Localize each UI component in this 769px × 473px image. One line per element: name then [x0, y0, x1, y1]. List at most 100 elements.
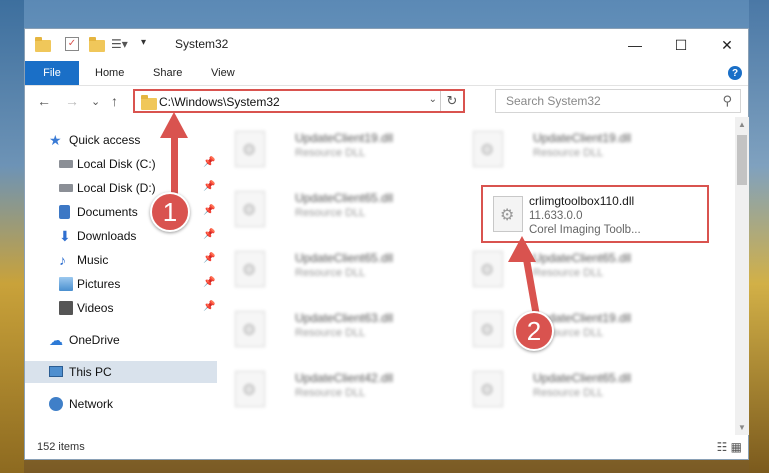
file-description: Resource DLL	[295, 147, 366, 159]
file-name: UpdateClient65.dll	[295, 191, 394, 205]
pin-icon: 📌	[203, 253, 216, 264]
file-item[interactable]: UpdateClient65.dll Resource DLL	[463, 365, 693, 415]
file-item[interactable]: UpdateClient19.dll Resource DLL	[463, 125, 693, 175]
sidebar-item-label: Music	[77, 253, 109, 267]
sidebar-item-local-disk-d[interactable]: Local Disk (D:) 📌	[25, 177, 217, 199]
properties-icon[interactable]: ✓	[65, 37, 79, 51]
recent-locations-button[interactable]: ⌄	[91, 95, 100, 108]
network-icon	[49, 397, 63, 411]
sidebar-item-label: Quick access	[69, 133, 141, 147]
dll-file-icon	[473, 131, 503, 167]
up-button[interactable]: ↑	[111, 93, 118, 109]
sidebar-item-this-pc[interactable]: This PC	[25, 361, 217, 383]
dll-file-icon	[473, 371, 503, 407]
file-name: UpdateClient65.dll	[533, 251, 632, 265]
sidebar-item-label: OneDrive	[69, 333, 120, 347]
pc-icon	[49, 366, 63, 377]
disk-icon	[59, 160, 73, 168]
dll-file-icon	[473, 311, 503, 347]
status-bar: 152 items ☷ ▦	[25, 437, 748, 459]
minimize-button[interactable]: —	[612, 29, 658, 61]
sidebar-item-music[interactable]: ♪ Music 📌	[25, 249, 217, 271]
sidebar-item-quick-access[interactable]: ★ Quick access	[25, 129, 217, 151]
tab-view[interactable]: View	[211, 61, 235, 85]
annotation-arrow-2-head	[508, 236, 536, 262]
back-button[interactable]: ←	[37, 93, 51, 109]
vertical-scrollbar[interactable]: ▲ ▼	[735, 117, 749, 435]
dll-file-icon	[493, 196, 523, 232]
search-placeholder: Search System32	[506, 94, 601, 108]
desktop-background-right	[749, 0, 769, 473]
file-item[interactable]: UpdateClient19.dll Resource DLL	[463, 305, 693, 355]
help-icon[interactable]: ?	[728, 66, 742, 80]
file-item[interactable]: UpdateClient65.dll Resource DLL	[225, 245, 455, 295]
navigation-pane: ★ Quick access Local Disk (C:) 📌 Local D…	[25, 123, 217, 435]
view-toggle-icons[interactable]: ☷ ▦	[717, 440, 742, 454]
annotation-step-2-badge: 2	[514, 311, 554, 351]
sidebar-item-label: Local Disk (D:)	[77, 181, 156, 195]
scroll-down-icon[interactable]: ▼	[738, 423, 746, 432]
sidebar-item-local-disk-c[interactable]: Local Disk (C:) 📌	[25, 153, 217, 175]
file-item-highlighted[interactable]: crlimgtoolbox110.dll 11.633.0.0 Corel Im…	[481, 185, 709, 243]
forward-button[interactable]: →	[65, 93, 79, 109]
file-item[interactable]: UpdateClient63.dll Resource DLL	[225, 305, 455, 355]
file-name: UpdateClient65.dll	[533, 371, 632, 385]
sidebar-item-pictures[interactable]: Pictures 📌	[25, 273, 217, 295]
sidebar-item-label: Downloads	[77, 229, 137, 243]
file-item[interactable]: UpdateClient65.dll Resource DLL	[463, 245, 693, 295]
sidebar-item-downloads[interactable]: ⬇ Downloads 📌	[25, 225, 217, 247]
ribbon-tabs: File Home Share View ?	[25, 61, 748, 86]
annotation-step-1-badge: 1	[150, 192, 190, 232]
file-description: Corel Imaging Toolb...	[529, 224, 641, 236]
file-name: UpdateClient42.dll	[295, 371, 394, 385]
file-name: UpdateClient19.dll	[533, 131, 632, 145]
sidebar-item-label: Videos	[77, 301, 114, 315]
scroll-up-icon[interactable]: ▲	[738, 120, 746, 129]
sidebar-item-label: Network	[69, 397, 114, 411]
file-item[interactable]: UpdateClient42.dll Resource DLL	[225, 365, 455, 415]
dll-file-icon	[235, 191, 265, 227]
toolbar-dropdown-icon[interactable]: ▾	[141, 37, 146, 53]
tab-home[interactable]: Home	[95, 61, 124, 85]
dll-file-icon	[473, 251, 503, 287]
address-bar[interactable]: C:\Windows\System32 ⌄ ↻	[133, 89, 465, 113]
file-description: Resource DLL	[533, 387, 604, 399]
sidebar-item-label: This PC	[69, 365, 112, 379]
file-description: Resource DLL	[533, 147, 604, 159]
file-item[interactable]: UpdateClient65.dll Resource DLL	[225, 185, 455, 235]
cloud-icon: ☁	[49, 332, 63, 348]
refresh-icon[interactable]: ↻	[440, 91, 463, 111]
disk-icon	[59, 184, 73, 192]
scrollbar-thumb[interactable]	[737, 135, 747, 185]
sidebar-item-label: Local Disk (C:)	[77, 157, 156, 171]
customize-toolbar-icon[interactable]: ☰▾	[111, 37, 128, 53]
address-dropdown-icon[interactable]: ⌄	[429, 94, 437, 105]
pictures-icon	[59, 277, 73, 291]
videos-icon	[59, 301, 73, 315]
new-folder-icon[interactable]	[89, 37, 105, 53]
desktop-background-left	[0, 0, 24, 473]
pin-icon: 📌	[203, 229, 216, 240]
sidebar-item-videos[interactable]: Videos 📌	[25, 297, 217, 319]
dll-file-icon	[235, 311, 265, 347]
dll-file-icon	[235, 131, 265, 167]
item-count: 152 items	[37, 441, 85, 453]
tab-share[interactable]: Share	[153, 61, 182, 85]
downloads-icon: ⬇	[59, 228, 71, 244]
music-icon: ♪	[59, 252, 66, 268]
search-input[interactable]: Search System32 ⚲	[495, 89, 741, 113]
close-button[interactable]: ✕	[704, 29, 750, 61]
window-title: System32	[175, 37, 229, 51]
sidebar-item-onedrive[interactable]: ☁ OneDrive	[25, 329, 217, 351]
file-description: Resource DLL	[295, 267, 366, 279]
sidebar-item-label: Documents	[77, 205, 138, 219]
title-bar: ✓ ☰▾ ▾ System32 — ☐ ✕	[25, 29, 748, 61]
folder-icon	[35, 37, 51, 53]
maximize-button[interactable]: ☐	[658, 29, 704, 61]
annotation-arrow-1-head	[160, 112, 188, 138]
tab-file[interactable]: File	[25, 61, 79, 85]
file-name: crlimgtoolbox110.dll	[529, 194, 635, 208]
file-description: Resource DLL	[295, 387, 366, 399]
file-item[interactable]: UpdateClient19.dll Resource DLL	[225, 125, 455, 175]
sidebar-item-network[interactable]: Network	[25, 393, 217, 415]
